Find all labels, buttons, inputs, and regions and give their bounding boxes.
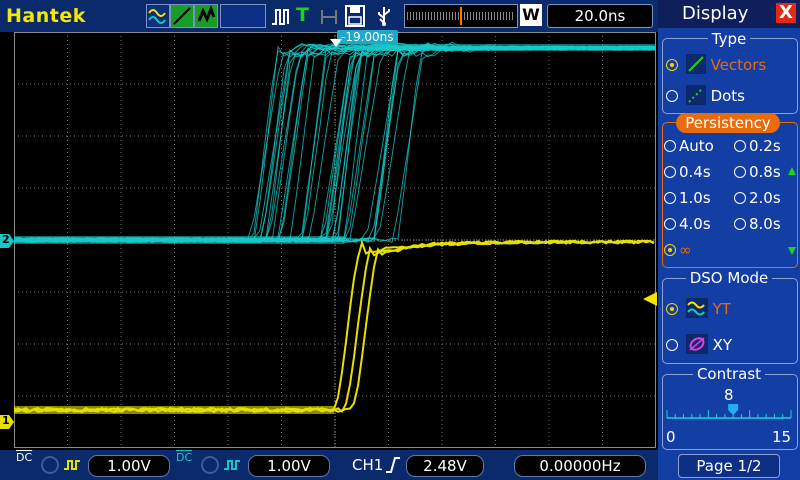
dso-option-xy[interactable]: XY: [666, 334, 732, 354]
trigger-edge-icon[interactable]: [270, 6, 292, 32]
ch1-coupling: DC: [16, 451, 33, 464]
ch1-edge: [13, 239, 655, 414]
trigger-slope-icon: [384, 455, 402, 479]
contrast-min: 0: [666, 428, 676, 446]
trigger-offset-label: -19.00ns: [337, 30, 398, 44]
ch1-noise-band: [14, 406, 334, 414]
radio-icon: [664, 192, 676, 204]
run-stop-icon[interactable]: [318, 6, 340, 32]
waveform-screen[interactable]: [13, 31, 657, 449]
usb-icon[interactable]: [372, 5, 396, 31]
status-slot: [220, 4, 266, 28]
radio-icon: [734, 140, 746, 152]
ch2-marker[interactable]: 2: [0, 233, 14, 252]
trigger-level[interactable]: 2.48V: [406, 455, 484, 477]
wave-mode-icon[interactable]: [146, 4, 170, 28]
radio-icon: [734, 192, 746, 204]
memory-depth-badge: W: [520, 4, 542, 26]
vectors-icon: [685, 54, 706, 74]
yt-mode-icon: [685, 298, 708, 318]
ch2-coupling: DC: [176, 451, 193, 464]
ch1-bw-limit-icon: [40, 455, 60, 479]
scope-canvas: [13, 31, 657, 449]
persistency-title: Persistency: [676, 113, 780, 133]
persist-option-0-2s[interactable]: 0.2s: [734, 137, 781, 155]
radio-icon: [666, 90, 678, 102]
radio-icon: [734, 218, 746, 230]
panel-header: Display X: [658, 0, 800, 28]
radio-icon: [666, 339, 678, 351]
dots-icon: [685, 85, 706, 105]
ch2-bw-limit-icon: [200, 455, 220, 479]
trigger-source: CH1: [352, 456, 384, 474]
memory-position-bar[interactable]: [404, 4, 518, 28]
ch1-scale[interactable]: 1.00V: [88, 455, 170, 477]
type-option-vectors[interactable]: Vectors: [666, 54, 766, 74]
type-group-title: Type: [658, 30, 800, 48]
persist-option-8-0s[interactable]: 8.0s: [734, 215, 781, 233]
trigger-position-icon: [330, 32, 342, 51]
contrast-title: Contrast: [658, 365, 800, 383]
dso-option-yt[interactable]: YT: [666, 298, 731, 318]
xy-mode-icon: [685, 334, 708, 354]
radio-icon: [664, 218, 676, 230]
contrast-slider[interactable]: [666, 402, 792, 428]
persist-option-4-0s[interactable]: 4.0s: [664, 215, 711, 233]
dso-mode-title: DSO Mode: [658, 269, 800, 287]
timebase-readout[interactable]: 20.0ns: [547, 4, 653, 28]
slider-thumb[interactable]: [728, 404, 739, 415]
persistence-icon[interactable]: [194, 4, 218, 28]
type-option-dots[interactable]: Dots: [666, 85, 745, 105]
ch1-edge: [13, 239, 655, 414]
ch1-trace: [13, 239, 655, 414]
save-icon[interactable]: [344, 4, 366, 32]
vector-type-icon[interactable]: [170, 4, 194, 28]
dots-label: Dots: [710, 87, 745, 105]
vectors-label: Vectors: [710, 56, 767, 74]
frequency-counter: 0.00000Hz: [514, 455, 646, 477]
top-toolbar: Hantek T W 20.0ns: [0, 0, 658, 32]
brand-logo: Hantek: [6, 5, 86, 27]
panel-title: Display: [682, 3, 749, 24]
scroll-up-icon[interactable]: [788, 160, 796, 179]
ch1-marker[interactable]: 1: [0, 414, 14, 433]
scroll-down-icon[interactable]: [788, 240, 796, 259]
ch2-noise-band: [14, 236, 344, 244]
page-button[interactable]: Page 1/2: [678, 454, 780, 478]
ch1-invert-icon: [62, 455, 84, 479]
display-menu-panel: Display X Type Vectors Dots Persistency …: [658, 0, 800, 480]
radio-icon: [666, 59, 678, 71]
trigger-status-icon: T: [296, 4, 309, 26]
persist-option-0-8s[interactable]: 0.8s: [734, 163, 781, 181]
close-button[interactable]: X: [776, 3, 796, 23]
trigger-level-marker[interactable]: [643, 291, 657, 310]
persist-option-2-0s[interactable]: 2.0s: [734, 189, 781, 207]
contrast-max: 15: [772, 428, 792, 446]
radio-icon: [664, 166, 676, 178]
ch2-invert-icon: [222, 455, 244, 479]
persist-option-1-0s[interactable]: 1.0s: [664, 189, 711, 207]
ch2-noise-band: [354, 44, 656, 51]
radio-icon: [734, 166, 746, 178]
ch1-marker-label: 1: [2, 414, 10, 427]
radio-icon: [666, 303, 678, 315]
ch2-scale[interactable]: 1.00V: [248, 455, 330, 477]
persist-option-auto[interactable]: Auto: [664, 137, 714, 155]
radio-icon: [664, 244, 676, 256]
ch2-marker-label: 2: [2, 233, 10, 246]
radio-icon: [664, 140, 676, 152]
persist-option-infinite[interactable]: ∞: [664, 241, 692, 259]
ch1-edge: [13, 239, 655, 414]
persist-option-0-4s[interactable]: 0.4s: [664, 163, 711, 181]
